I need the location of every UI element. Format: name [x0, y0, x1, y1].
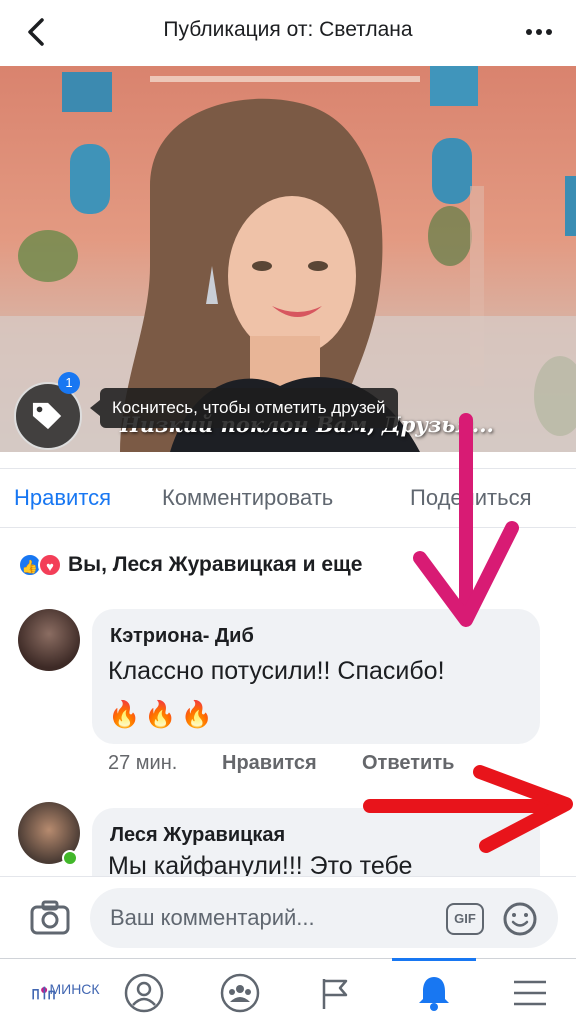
comment-reply-button[interactable]: Ответить — [362, 752, 454, 775]
comment-input[interactable] — [90, 888, 558, 948]
tab-menu[interactable] — [490, 959, 570, 1024]
camera-icon[interactable] — [30, 899, 70, 935]
more-options-icon[interactable] — [524, 20, 554, 44]
like-button[interactable]: Нравится — [14, 485, 111, 511]
share-button[interactable]: Поделиться — [410, 485, 531, 511]
page-title: Публикация от: Светлана — [163, 18, 413, 41]
tag-hint-tooltip[interactable]: Коснитесь, чтобы отметить друзей — [90, 388, 398, 428]
bell-icon — [419, 977, 449, 1011]
top-bar: Публикация от: Светлана — [0, 0, 576, 66]
comment-time: 27 мин. — [108, 752, 178, 774]
avatar[interactable] — [18, 609, 80, 671]
comment-author[interactable]: Леся Журавицкая — [110, 824, 285, 847]
online-status-dot — [62, 850, 78, 866]
comment-composer: GIF — [0, 876, 576, 958]
profile-icon — [124, 973, 164, 1013]
reactions-text: Вы, Леся Журавицкая и еще — [68, 553, 363, 576]
gif-button[interactable]: GIF — [446, 903, 484, 935]
comment-text: Классно потусили!! Спасибо! — [108, 657, 445, 685]
smiley-icon[interactable] — [502, 901, 538, 937]
comment-button[interactable]: Комментировать — [162, 485, 333, 511]
city-skyline-icon — [32, 986, 55, 1000]
post-photo[interactable]: 1 Низкий поклон Вам, Друзья... Коснитесь… — [0, 66, 576, 452]
groups-icon — [220, 973, 260, 1013]
fire-emoji: 🔥🔥🔥 — [108, 699, 218, 729]
comment-bubble[interactable]: Кэтриона- Диб Классно потусили!! Спасибо… — [92, 609, 540, 744]
post-actions: Нравится Комментировать Поделиться — [0, 468, 576, 528]
reactions-summary[interactable]: 👍 ♥ Вы, Леся Журавицкая и еще — [18, 551, 362, 579]
bottom-tab-bar: ●МИНСК — [0, 958, 576, 1024]
tab-profile[interactable] — [104, 959, 184, 1024]
tab-notifications[interactable] — [394, 959, 474, 1024]
comment-like-button[interactable]: Нравится — [222, 752, 317, 775]
tab-home[interactable]: ●МИНСК — [10, 959, 100, 1024]
comment-author[interactable]: Кэтриона- Диб — [110, 625, 254, 648]
menu-icon — [514, 980, 546, 1006]
tab-groups[interactable] — [200, 959, 280, 1024]
flag-icon — [322, 979, 348, 1009]
love-reaction-icon: ♥ — [38, 553, 62, 577]
tag-count-badge: 1 — [58, 372, 80, 394]
tab-pages[interactable] — [296, 959, 376, 1024]
